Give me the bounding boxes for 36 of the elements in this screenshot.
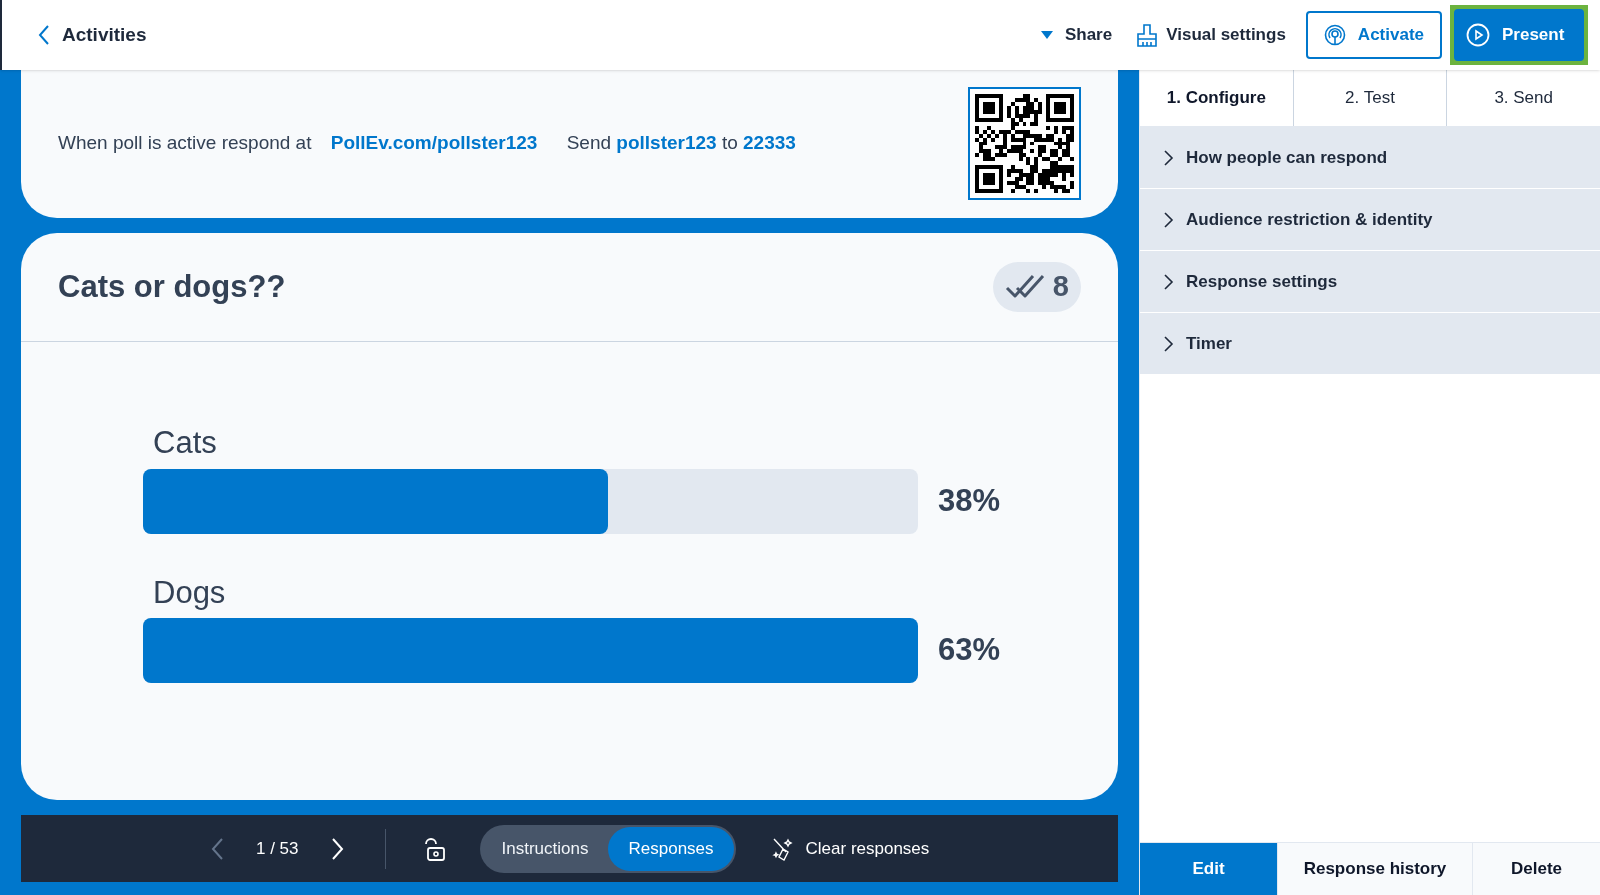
page-indicator: 1 / 53	[256, 837, 299, 860]
back-link[interactable]: Activities	[38, 20, 147, 50]
option-label: Cats	[153, 424, 217, 462]
view-tab[interactable]: Responses	[608, 826, 734, 871]
chevron-right-icon	[1164, 211, 1174, 228]
clear-responses-button[interactable]: Clear responses	[771, 835, 930, 862]
panel-tab[interactable]: Edit	[1140, 842, 1277, 895]
percent-value: 63%	[938, 631, 1001, 670]
chevron-right-icon	[330, 836, 345, 861]
play-icon	[1466, 23, 1490, 47]
panel-tab[interactable]: Response history	[1277, 842, 1472, 895]
settings-section[interactable]: Timer	[1140, 313, 1600, 375]
caret-down-icon	[1040, 31, 1053, 39]
settings-section[interactable]: Audience restriction & identity	[1140, 189, 1600, 251]
option-label: Dogs	[153, 573, 226, 612]
activate-button[interactable]: Activate	[1305, 11, 1442, 59]
instructions-text: When poll is active respond at PollEv.com/pollster123 Send pollster123 to 22333	[58, 130, 797, 155]
broadcast-icon	[1323, 24, 1346, 46]
view-tab[interactable]: Instructions	[481, 826, 609, 871]
chevron-right-icon	[1164, 335, 1174, 352]
chevron-left-icon	[38, 25, 50, 45]
poll-title: Cats or dogs??	[58, 267, 287, 306]
chevron-right-icon	[1164, 149, 1174, 166]
present-button[interactable]: Present	[1454, 9, 1584, 61]
settings-section[interactable]: How people can respond	[1140, 127, 1600, 189]
chevron-right-icon	[1164, 273, 1174, 290]
percent-value: 38%	[938, 481, 1001, 520]
share-button[interactable]: Share	[1040, 22, 1113, 48]
brush-icon	[1136, 23, 1159, 47]
response-count-badge: 8	[992, 262, 1081, 312]
settings-section[interactable]: Response settings	[1140, 251, 1600, 313]
broom-icon	[771, 836, 794, 861]
chevron-left-icon	[210, 836, 224, 861]
poll-url-link[interactable]: PollEv.com/pollster123	[330, 131, 538, 153]
panel-tab[interactable]: Delete	[1472, 842, 1600, 895]
visual-settings-button[interactable]: Visual settings	[1136, 22, 1286, 48]
